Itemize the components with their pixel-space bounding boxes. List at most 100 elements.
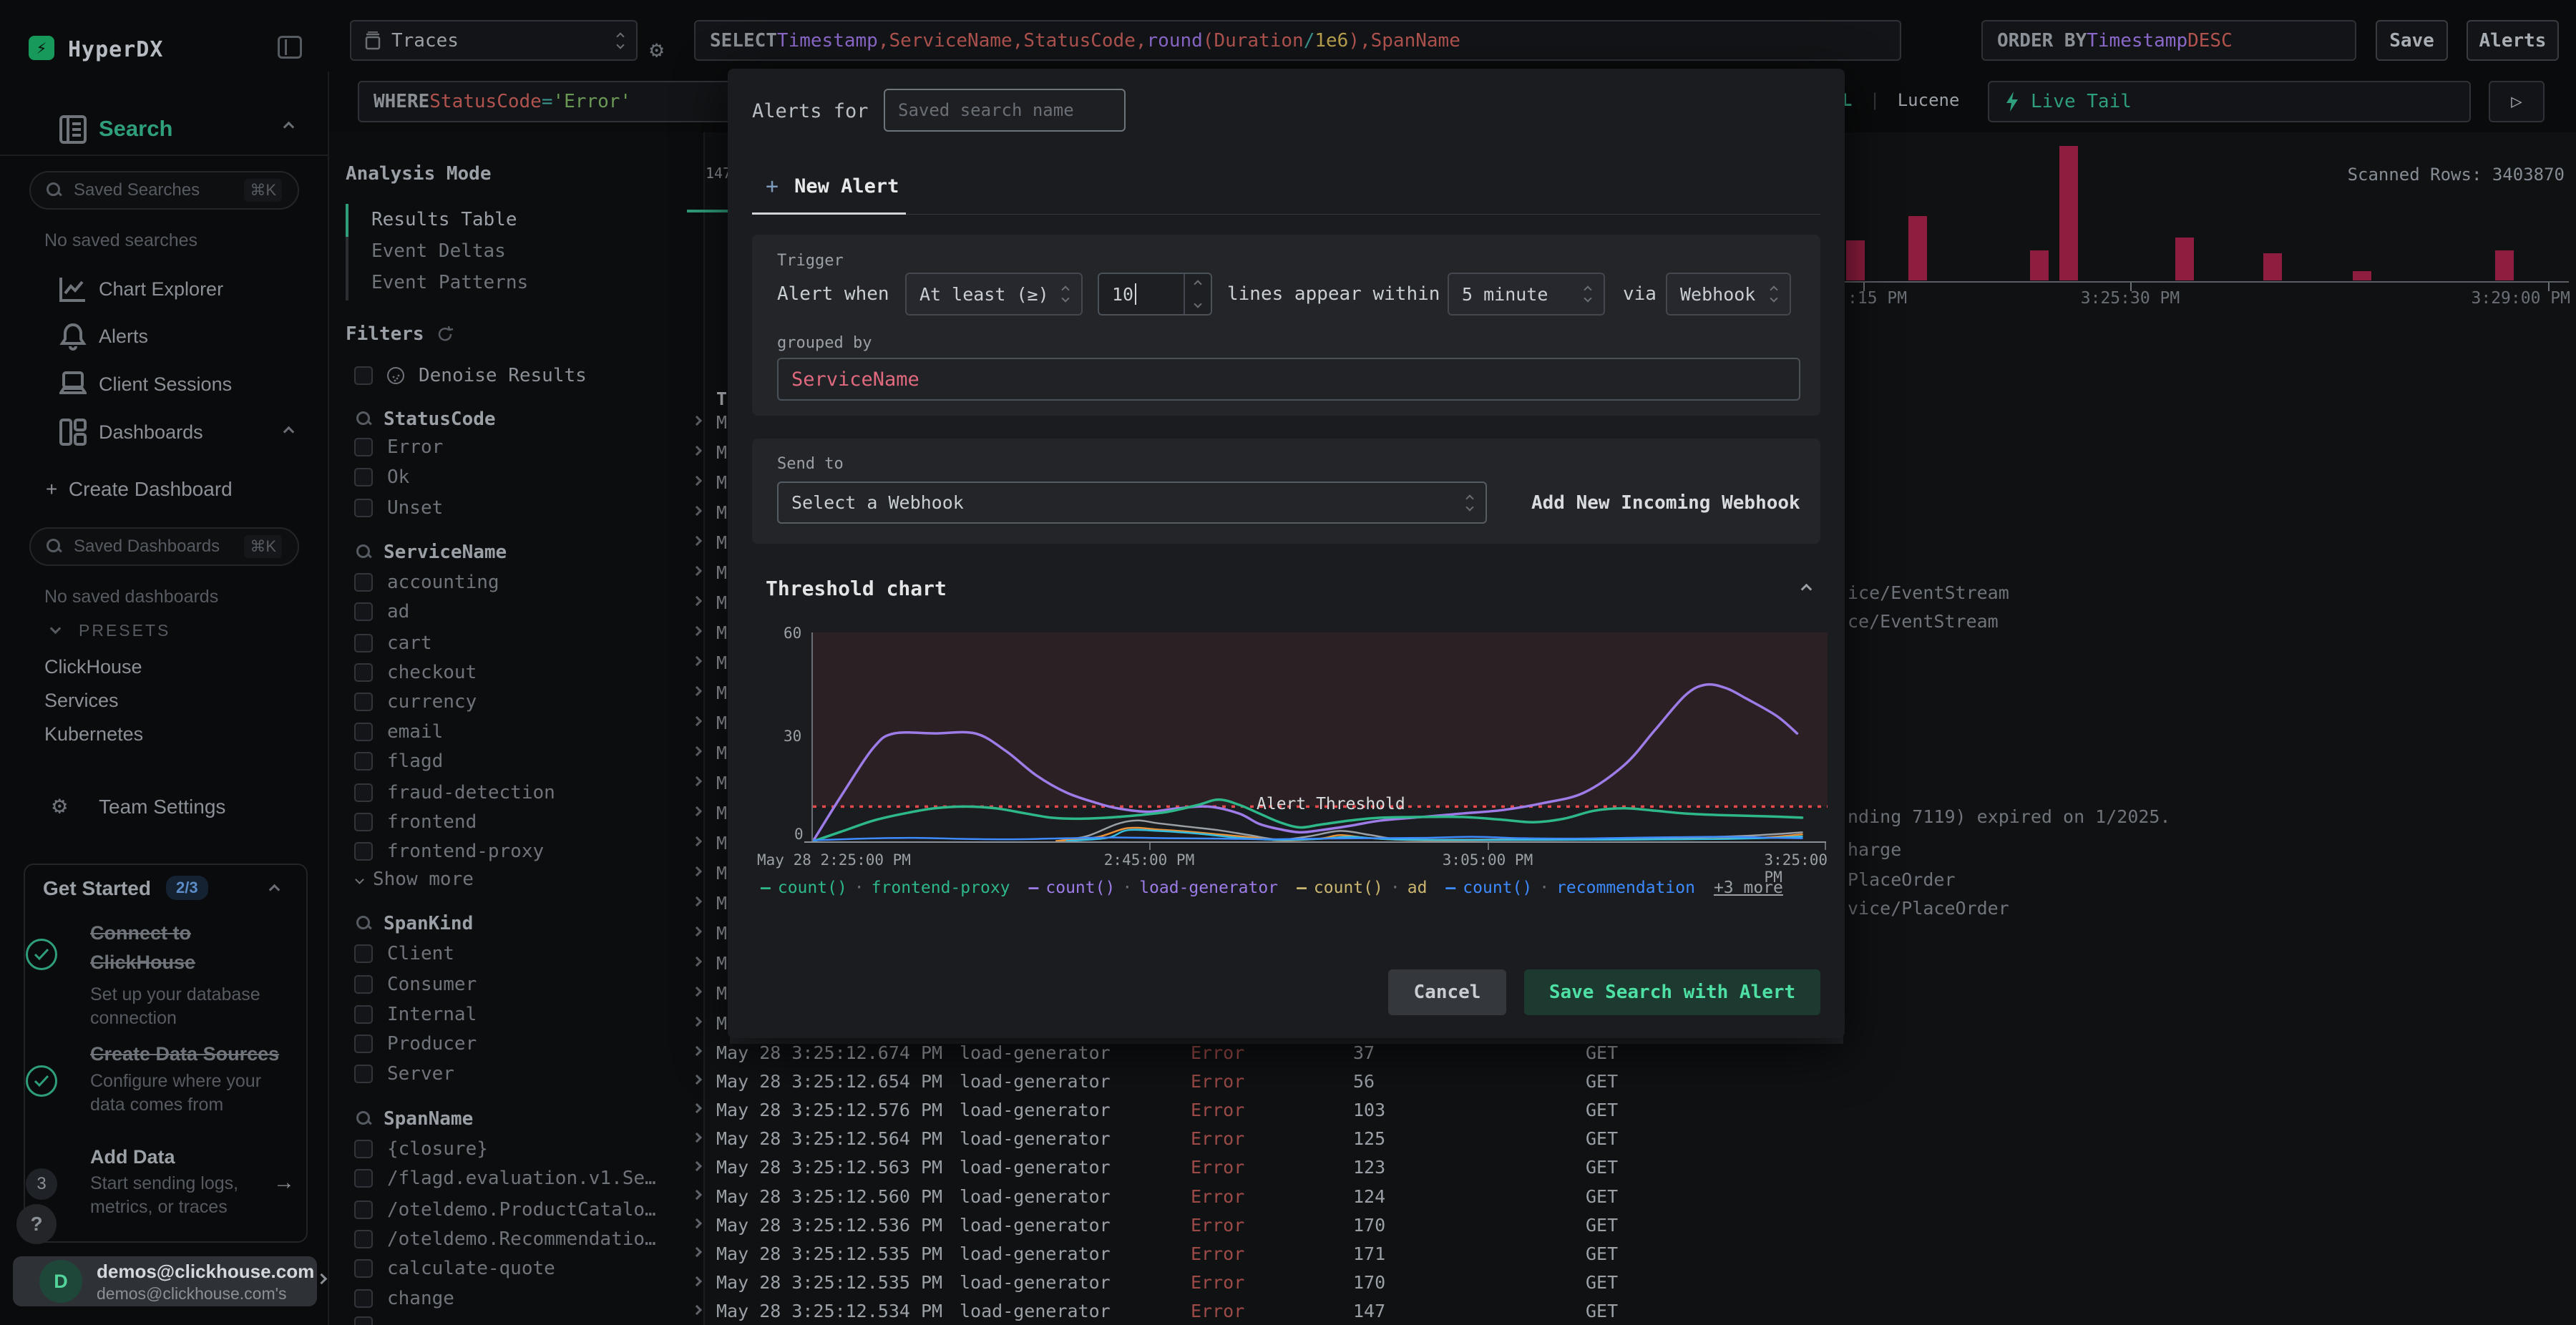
filter-option[interactable]: /oteldemo.Recommendatio… bbox=[354, 1228, 656, 1250]
filter-option[interactable]: Ok bbox=[354, 466, 409, 488]
grouped-by-input[interactable]: ServiceName bbox=[777, 358, 1800, 401]
cancel-button[interactable]: Cancel bbox=[1388, 969, 1506, 1015]
filter-checkbox[interactable] bbox=[354, 1005, 373, 1024]
filter-option[interactable]: Producer bbox=[354, 1033, 477, 1055]
saved-searches-input[interactable]: Saved Searches ⌘K bbox=[29, 171, 299, 210]
legend-item[interactable]: — count() · frontend-proxy bbox=[761, 879, 1010, 897]
filter-checkbox[interactable] bbox=[354, 813, 373, 831]
filter-group-servicename[interactable]: ServiceName bbox=[356, 542, 507, 563]
get-started-item-title[interactable]: Connect to ClickHouse bbox=[90, 919, 276, 977]
filter-option[interactable]: /oteldemo.ProductCatalo… bbox=[354, 1199, 656, 1221]
filter-checkbox[interactable] bbox=[354, 438, 373, 456]
filter-checkbox[interactable] bbox=[354, 634, 373, 652]
filter-option[interactable]: Unset bbox=[354, 497, 443, 519]
filter-option[interactable]: checkout bbox=[354, 662, 477, 683]
table-row[interactable]: May 28 3:25:12.535 PM load-generator Err… bbox=[691, 1268, 2576, 1297]
webhook-select[interactable]: Select a Webhook bbox=[777, 481, 1487, 524]
filter-checkbox[interactable] bbox=[354, 1140, 373, 1158]
show-more-button[interactable]: Show more bbox=[355, 869, 474, 890]
get-started-item-title[interactable]: Add Data bbox=[90, 1146, 175, 1168]
create-dashboard-button[interactable]: + Create Dashboard bbox=[46, 478, 233, 501]
filter-option[interactable]: flagd bbox=[354, 750, 443, 772]
analysis-mode-event-deltas[interactable]: Event Deltas bbox=[371, 240, 506, 262]
analysis-mode-event-patterns[interactable]: Event Patterns bbox=[371, 272, 528, 293]
number-stepper[interactable] bbox=[1184, 274, 1211, 314]
filter-checkbox[interactable] bbox=[354, 1316, 373, 1325]
filter-checkbox[interactable] bbox=[354, 842, 373, 861]
filter-option[interactable]: accounting bbox=[354, 572, 499, 593]
alerts-button[interactable]: Alerts bbox=[2467, 20, 2559, 61]
live-tail-button[interactable]: Live Tail bbox=[1988, 81, 2471, 122]
filter-option[interactable]: ad bbox=[354, 601, 409, 622]
sidebar-item-dashboards[interactable]: Dashboards bbox=[99, 421, 203, 444]
sidebar-item-team-settings[interactable]: Team Settings bbox=[99, 796, 225, 818]
sidebar-item-chart-explorer[interactable]: Chart Explorer bbox=[99, 278, 223, 300]
filter-group-spanname[interactable]: SpanName bbox=[356, 1108, 473, 1130]
filter-checkbox[interactable] bbox=[354, 573, 373, 592]
filter-checkbox[interactable] bbox=[354, 1035, 373, 1053]
table-row[interactable]: May 28 3:25:12.563 PM load-generator Err… bbox=[691, 1153, 2576, 1182]
sidebar-preset-clickhouse[interactable]: ClickHouse bbox=[44, 656, 142, 678]
source-select[interactable]: Traces bbox=[350, 20, 638, 61]
gear-icon[interactable]: ⚙ bbox=[650, 36, 663, 63]
filter-checkbox[interactable] bbox=[354, 1201, 373, 1219]
select-query-input[interactable]: SELECT Timestamp, ServiceName, StatusCode,… bbox=[694, 20, 1901, 61]
table-row[interactable]: May 28 3:25:12.576 PM load-generator Err… bbox=[691, 1095, 2576, 1124]
filter-checkbox[interactable] bbox=[354, 944, 373, 963]
save-button[interactable]: Save bbox=[2376, 20, 2448, 61]
filter-group-spankind[interactable]: SpanKind bbox=[356, 913, 473, 934]
table-row[interactable]: May 28 3:25:12.564 PM load-generator Err… bbox=[691, 1125, 2576, 1153]
sidebar-preset-services[interactable]: Services bbox=[44, 690, 119, 712]
filter-checkbox[interactable] bbox=[354, 752, 373, 771]
sidebar-item-alerts[interactable]: Alerts bbox=[99, 326, 148, 348]
filter-option[interactable]: change bbox=[354, 1288, 454, 1309]
sidebar-item-client-sessions[interactable]: Client Sessions bbox=[99, 373, 232, 396]
filter-checkbox[interactable] bbox=[354, 1230, 373, 1248]
filter-checkbox[interactable] bbox=[354, 783, 373, 802]
table-row[interactable]: May 28 3:25:12.560 PM load-generator Err… bbox=[691, 1182, 2576, 1211]
legend-item[interactable]: — count() · ad bbox=[1297, 879, 1427, 897]
filter-option[interactable]: cart bbox=[354, 632, 432, 654]
table-row[interactable]: May 28 3:25:12.534 PM load-generator Err… bbox=[691, 1297, 2576, 1325]
denoise-checkbox[interactable] bbox=[354, 366, 373, 385]
tab-new-alert[interactable]: + New Alert bbox=[766, 174, 899, 199]
sidebar-item-search[interactable]: Search bbox=[99, 116, 172, 142]
lucene-toggle[interactable]: Lucene bbox=[1898, 90, 1960, 110]
filter-checkbox[interactable] bbox=[354, 602, 373, 621]
saved-search-name-input[interactable]: Saved search name bbox=[884, 89, 1126, 132]
filter-checkbox[interactable] bbox=[354, 1065, 373, 1083]
saved-dashboards-input[interactable]: Saved Dashboards ⌘K bbox=[29, 527, 299, 566]
filter-checkbox[interactable] bbox=[354, 723, 373, 741]
table-row[interactable]: May 28 3:25:12.535 PM load-generator Err… bbox=[691, 1239, 2576, 1268]
filter-checkbox[interactable] bbox=[354, 663, 373, 682]
help-button[interactable]: ? bbox=[16, 1204, 57, 1244]
filter-option[interactable]: Consumer bbox=[354, 974, 477, 995]
chart-collapse-icon[interactable] bbox=[1800, 583, 1813, 595]
threshold-value-input[interactable]: 10 bbox=[1098, 273, 1212, 316]
filter-option[interactable]: frontend-proxy bbox=[354, 841, 544, 862]
filter-option[interactable]: frontend bbox=[354, 811, 477, 833]
filter-checkbox[interactable] bbox=[354, 975, 373, 994]
filter-option[interactable]: fraud-detection bbox=[354, 782, 555, 803]
filter-checkbox[interactable] bbox=[354, 1259, 373, 1278]
denoise-results-option[interactable]: Denoise Results bbox=[354, 365, 587, 386]
analysis-mode-results-table[interactable]: Results Table bbox=[371, 209, 517, 230]
filter-checkbox[interactable] bbox=[354, 693, 373, 711]
table-row[interactable]: May 28 3:25:12.654 PM load-generator Err… bbox=[691, 1067, 2576, 1095]
save-search-with-alert-button[interactable]: Save Search with Alert bbox=[1524, 969, 1820, 1015]
sidebar-preset-kubernetes[interactable]: Kubernetes bbox=[44, 723, 143, 745]
legend-item[interactable]: — count() · recommendation bbox=[1445, 879, 1695, 897]
filter-option[interactable]: calculate-quote bbox=[354, 1258, 555, 1279]
filter-checkbox[interactable] bbox=[354, 468, 373, 487]
filter-option[interactable]: Error bbox=[354, 436, 443, 458]
filter-option[interactable]: {closure} bbox=[354, 1138, 488, 1160]
filter-option[interactable]: email bbox=[354, 721, 443, 743]
filter-option[interactable]: Internal bbox=[354, 1004, 477, 1025]
filter-option[interactable]: /flagd.evaluation.v1.Se… bbox=[354, 1168, 656, 1189]
sidebar-collapse-icon[interactable] bbox=[278, 36, 302, 59]
channel-select[interactable]: Webhook bbox=[1666, 273, 1791, 316]
threshold-op-select[interactable]: At least (≥) bbox=[905, 273, 1083, 316]
legend-more-button[interactable]: +3 more bbox=[1714, 879, 1783, 897]
filter-option[interactable]: Client bbox=[354, 943, 454, 964]
window-select[interactable]: 5 minute bbox=[1448, 273, 1605, 316]
